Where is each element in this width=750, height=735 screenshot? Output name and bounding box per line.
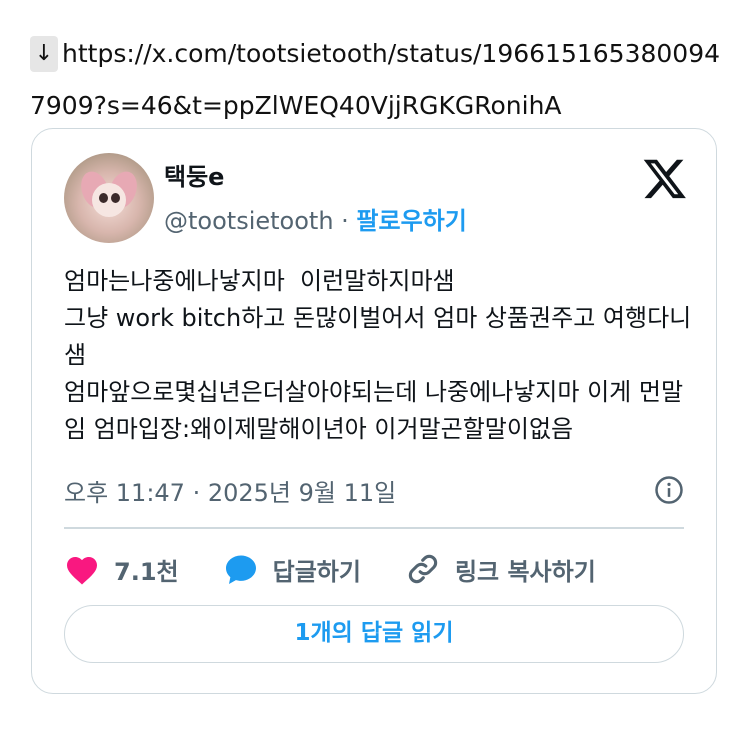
tweet-url[interactable]: https://x.com/tootsietooth/status/196615…	[30, 39, 720, 120]
tweet-text: 엄마는나중에나낳지마 이런말하지마샘 그냥 work bitch하고 돈많이벌어…	[64, 267, 692, 443]
separator: ·	[333, 207, 357, 235]
link-row: ↓ https://x.com/tootsietooth/status/19661…	[30, 28, 730, 132]
follow-button[interactable]: 팔로우하기	[356, 207, 466, 235]
copy-link-button[interactable]: 링크 복사하기	[405, 552, 596, 587]
reply-button[interactable]: 답글하기	[223, 552, 361, 587]
avatar-eye-right	[111, 193, 120, 203]
heart-icon	[67, 557, 97, 585]
like-count: 7.1천	[114, 557, 179, 586]
tweet-card[interactable]: 택둥e @tootsietooth · 팔로우하기 엄마는나중에나낳지마 이런말…	[31, 128, 717, 694]
x-logo-icon[interactable]	[642, 155, 688, 201]
handle[interactable]: @tootsietooth	[164, 207, 334, 235]
handle-row: @tootsietooth · 팔로우하기	[164, 201, 467, 236]
download-arrow-icon: ↓	[30, 36, 58, 72]
reply-bubble-icon	[225, 555, 256, 584]
avatar[interactable]	[64, 153, 154, 243]
avatar-face	[92, 183, 126, 217]
display-name[interactable]: 택둥e	[164, 157, 224, 192]
timestamp[interactable]: 오후 11:47 · 2025년 9월 11일	[64, 473, 396, 508]
copy-link-label: 링크 복사하기	[454, 557, 596, 586]
link-icon	[408, 554, 438, 584]
like-button[interactable]: 7.1천	[64, 552, 179, 587]
reply-label: 답글하기	[272, 557, 361, 586]
divider	[64, 527, 684, 529]
action-bar: 7.1천 답글하기 링크 복사하기	[64, 549, 640, 589]
read-replies-button[interactable]: 1개의 답글 읽기	[64, 605, 684, 663]
avatar-eye-left	[99, 193, 108, 203]
info-icon[interactable]	[654, 475, 684, 505]
